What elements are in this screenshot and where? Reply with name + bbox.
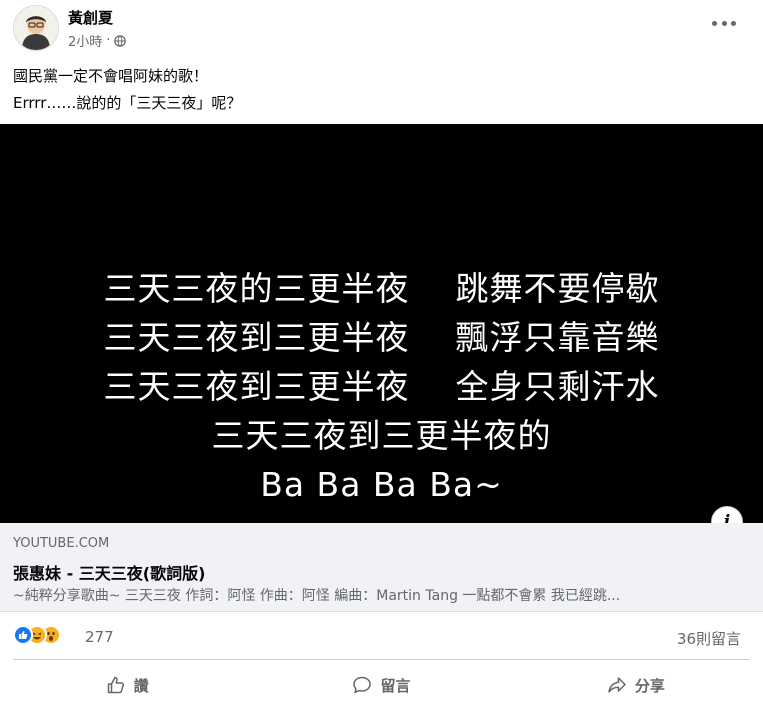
post-actions: 讚 留言 分享 xyxy=(0,660,763,710)
post-text-line: 國民黨一定不會唱阿妹的歌！ xyxy=(13,67,209,85)
like-icon xyxy=(13,625,33,645)
comment-icon xyxy=(353,676,372,694)
meta-separator: · xyxy=(106,33,111,48)
share-icon xyxy=(608,677,626,693)
more-dots-icon xyxy=(712,20,717,26)
lyric-line: Ba Ba Ba Ba~ xyxy=(260,465,503,504)
like-label: 讚 xyxy=(133,676,149,695)
reactions-bar: 277 36則留言 xyxy=(0,611,763,659)
globe-icon[interactable] xyxy=(114,34,127,47)
post-header: 黃創夏 2小時 · xyxy=(0,0,763,58)
post-text-line: Errrr……說的的「三天三夜」呢？ xyxy=(13,94,242,112)
comment-count[interactable]: 36則留言 xyxy=(677,628,741,649)
post-meta: 2小時 · xyxy=(68,31,127,50)
lyric-line: 三天三夜的三更半夜 跳舞不要停歇 xyxy=(103,269,660,308)
comment-label: 留言 xyxy=(380,676,411,695)
thumbs-up-icon xyxy=(107,676,124,694)
post-text: 國民黨一定不會唱阿妹的歌！ Errrr……說的的「三天三夜」呢？ xyxy=(13,63,241,117)
lyric-line: 三天三夜到三更半夜 飄浮只靠音樂 xyxy=(103,318,660,357)
more-dot xyxy=(721,20,727,26)
video-lyrics: 三天三夜的三更半夜 跳舞不要停歇 三天三夜到三更半夜 飄浮只靠音樂 三天三夜到三… xyxy=(0,264,763,509)
share-button[interactable]: 分享 xyxy=(509,660,763,710)
more-options-button[interactable] xyxy=(712,15,736,31)
like-button[interactable]: 讚 xyxy=(0,660,254,710)
reaction-count[interactable]: 277 xyxy=(85,628,114,646)
link-title[interactable]: 張惠妹 - 三天三夜(歌詞版) xyxy=(13,560,205,584)
lyric-line: 三天三夜到三更半夜 全身只剩汗水 xyxy=(103,367,660,406)
author-avatar[interactable] xyxy=(13,5,59,51)
link-domain: YOUTUBE.COM xyxy=(13,536,110,551)
post-timestamp[interactable]: 2小時 xyxy=(68,31,102,50)
reaction-icons[interactable] xyxy=(13,625,61,645)
link-preview[interactable]: YOUTUBE.COM 張惠妹 - 三天三夜(歌詞版) ~純粹分享歌曲~ 三天三… xyxy=(0,523,763,612)
lyric-line: 三天三夜到三更半夜的 xyxy=(211,416,552,455)
avatar-portrait-icon xyxy=(14,6,58,50)
share-label: 分享 xyxy=(634,676,665,695)
comment-button[interactable]: 留言 xyxy=(254,660,508,710)
more-dot xyxy=(731,20,736,26)
author-name[interactable]: 黃創夏 xyxy=(68,7,113,28)
link-description: ~純粹分享歌曲~ 三天三夜 作詞：阿怪 作曲：阿怪 編曲：Martin Tang… xyxy=(13,588,621,604)
